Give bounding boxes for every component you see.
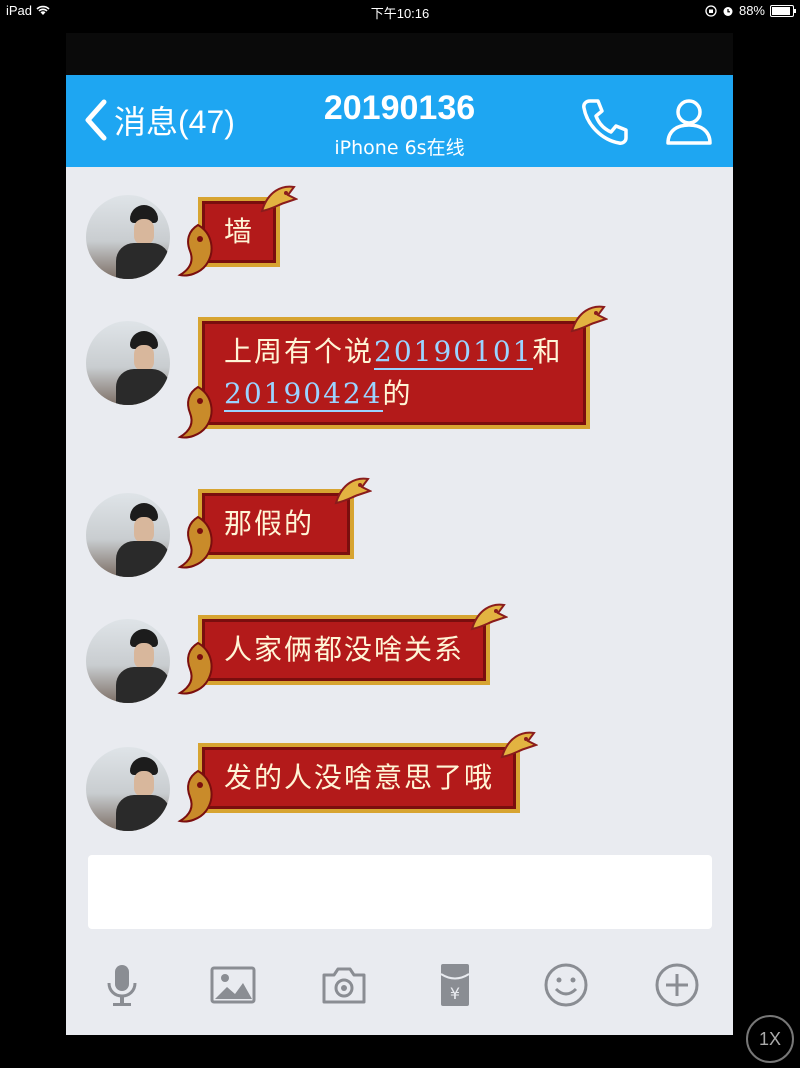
dragon-ornament-icon: [260, 185, 299, 213]
message-text: 那假的: [224, 507, 315, 540]
dragon-ornament-icon: [177, 223, 213, 277]
dragon-ornament-icon: [570, 305, 608, 333]
alarm-icon: [723, 6, 733, 16]
battery-percent: 88%: [738, 3, 765, 18]
person-icon[interactable]: [662, 95, 716, 149]
message-input[interactable]: [88, 855, 712, 929]
top-black-band: [66, 33, 733, 75]
message-text: 的: [382, 377, 413, 410]
status-bar: iPad 下午10:16 88%: [0, 0, 800, 22]
message-list[interactable]: 墙 上周有个说20190101和 20190424的 那假的 人家俩都没啥关系 …: [66, 167, 733, 847]
battery-icon: [770, 4, 796, 17]
phone-icon[interactable]: [578, 95, 632, 149]
message-text: 发的人没啥意思了哦: [224, 761, 495, 794]
message-row: 那假的: [86, 477, 372, 577]
dragon-ornament-icon: [470, 603, 509, 631]
svg-text:¥: ¥: [450, 984, 460, 1003]
message-text: 墙: [224, 215, 255, 248]
avatar[interactable]: [86, 493, 170, 577]
chat-navbar: 消息(47) 20190136 iPhone 6s在线: [66, 75, 733, 167]
status-time: 下午10:16: [370, 6, 430, 21]
message-row: 墙: [86, 185, 299, 279]
online-status: iPhone 6s在线: [334, 137, 465, 159]
emoji-icon[interactable]: [542, 961, 590, 1009]
dragon-ornament-icon: [177, 641, 213, 695]
message-row: 上周有个说20190101和 20190424的: [86, 305, 608, 439]
phone-screen: 消息(47) 20190136 iPhone 6s在线 墙 上周有个说20190…: [66, 33, 733, 1035]
dragon-ornament-icon: [177, 769, 213, 823]
message-bubble[interactable]: 上周有个说20190101和 20190424的: [177, 305, 608, 439]
zoom-badge-button[interactable]: 1X: [746, 1015, 794, 1063]
number-link[interactable]: 20190101: [374, 335, 533, 370]
message-text: 上周有个说: [224, 335, 375, 368]
battery-fill: [772, 6, 790, 15]
avatar[interactable]: [86, 321, 170, 405]
microphone-icon[interactable]: [98, 961, 146, 1009]
avatar[interactable]: [86, 747, 170, 831]
message-text: 人家俩都没啥关系: [224, 633, 465, 666]
number-link[interactable]: 20190424: [224, 377, 383, 412]
message-text: 和: [532, 335, 563, 368]
chat-title: 20190136: [323, 89, 476, 127]
message-bubble[interactable]: 发的人没啥意思了哦: [177, 731, 539, 823]
avatar[interactable]: [86, 195, 170, 279]
image-icon[interactable]: [209, 961, 257, 1009]
orientation-lock-icon: [705, 4, 717, 17]
message-bubble[interactable]: 人家俩都没啥关系: [177, 603, 509, 695]
message-row: 人家俩都没啥关系: [86, 603, 509, 703]
message-row: 发的人没啥意思了哦: [86, 731, 539, 831]
input-toolbar: ¥: [66, 943, 733, 1025]
message-bubble[interactable]: 那假的: [177, 477, 372, 569]
camera-icon[interactable]: [320, 961, 368, 1009]
plus-icon[interactable]: [653, 961, 701, 1009]
message-bubble[interactable]: 墙: [177, 185, 299, 277]
red-packet-icon[interactable]: ¥: [431, 961, 479, 1009]
dragon-ornament-icon: [334, 477, 372, 505]
dragon-ornament-icon: [500, 731, 539, 759]
avatar[interactable]: [86, 619, 170, 703]
dragon-ornament-icon: [177, 515, 213, 569]
dragon-ornament-icon: [177, 385, 213, 439]
